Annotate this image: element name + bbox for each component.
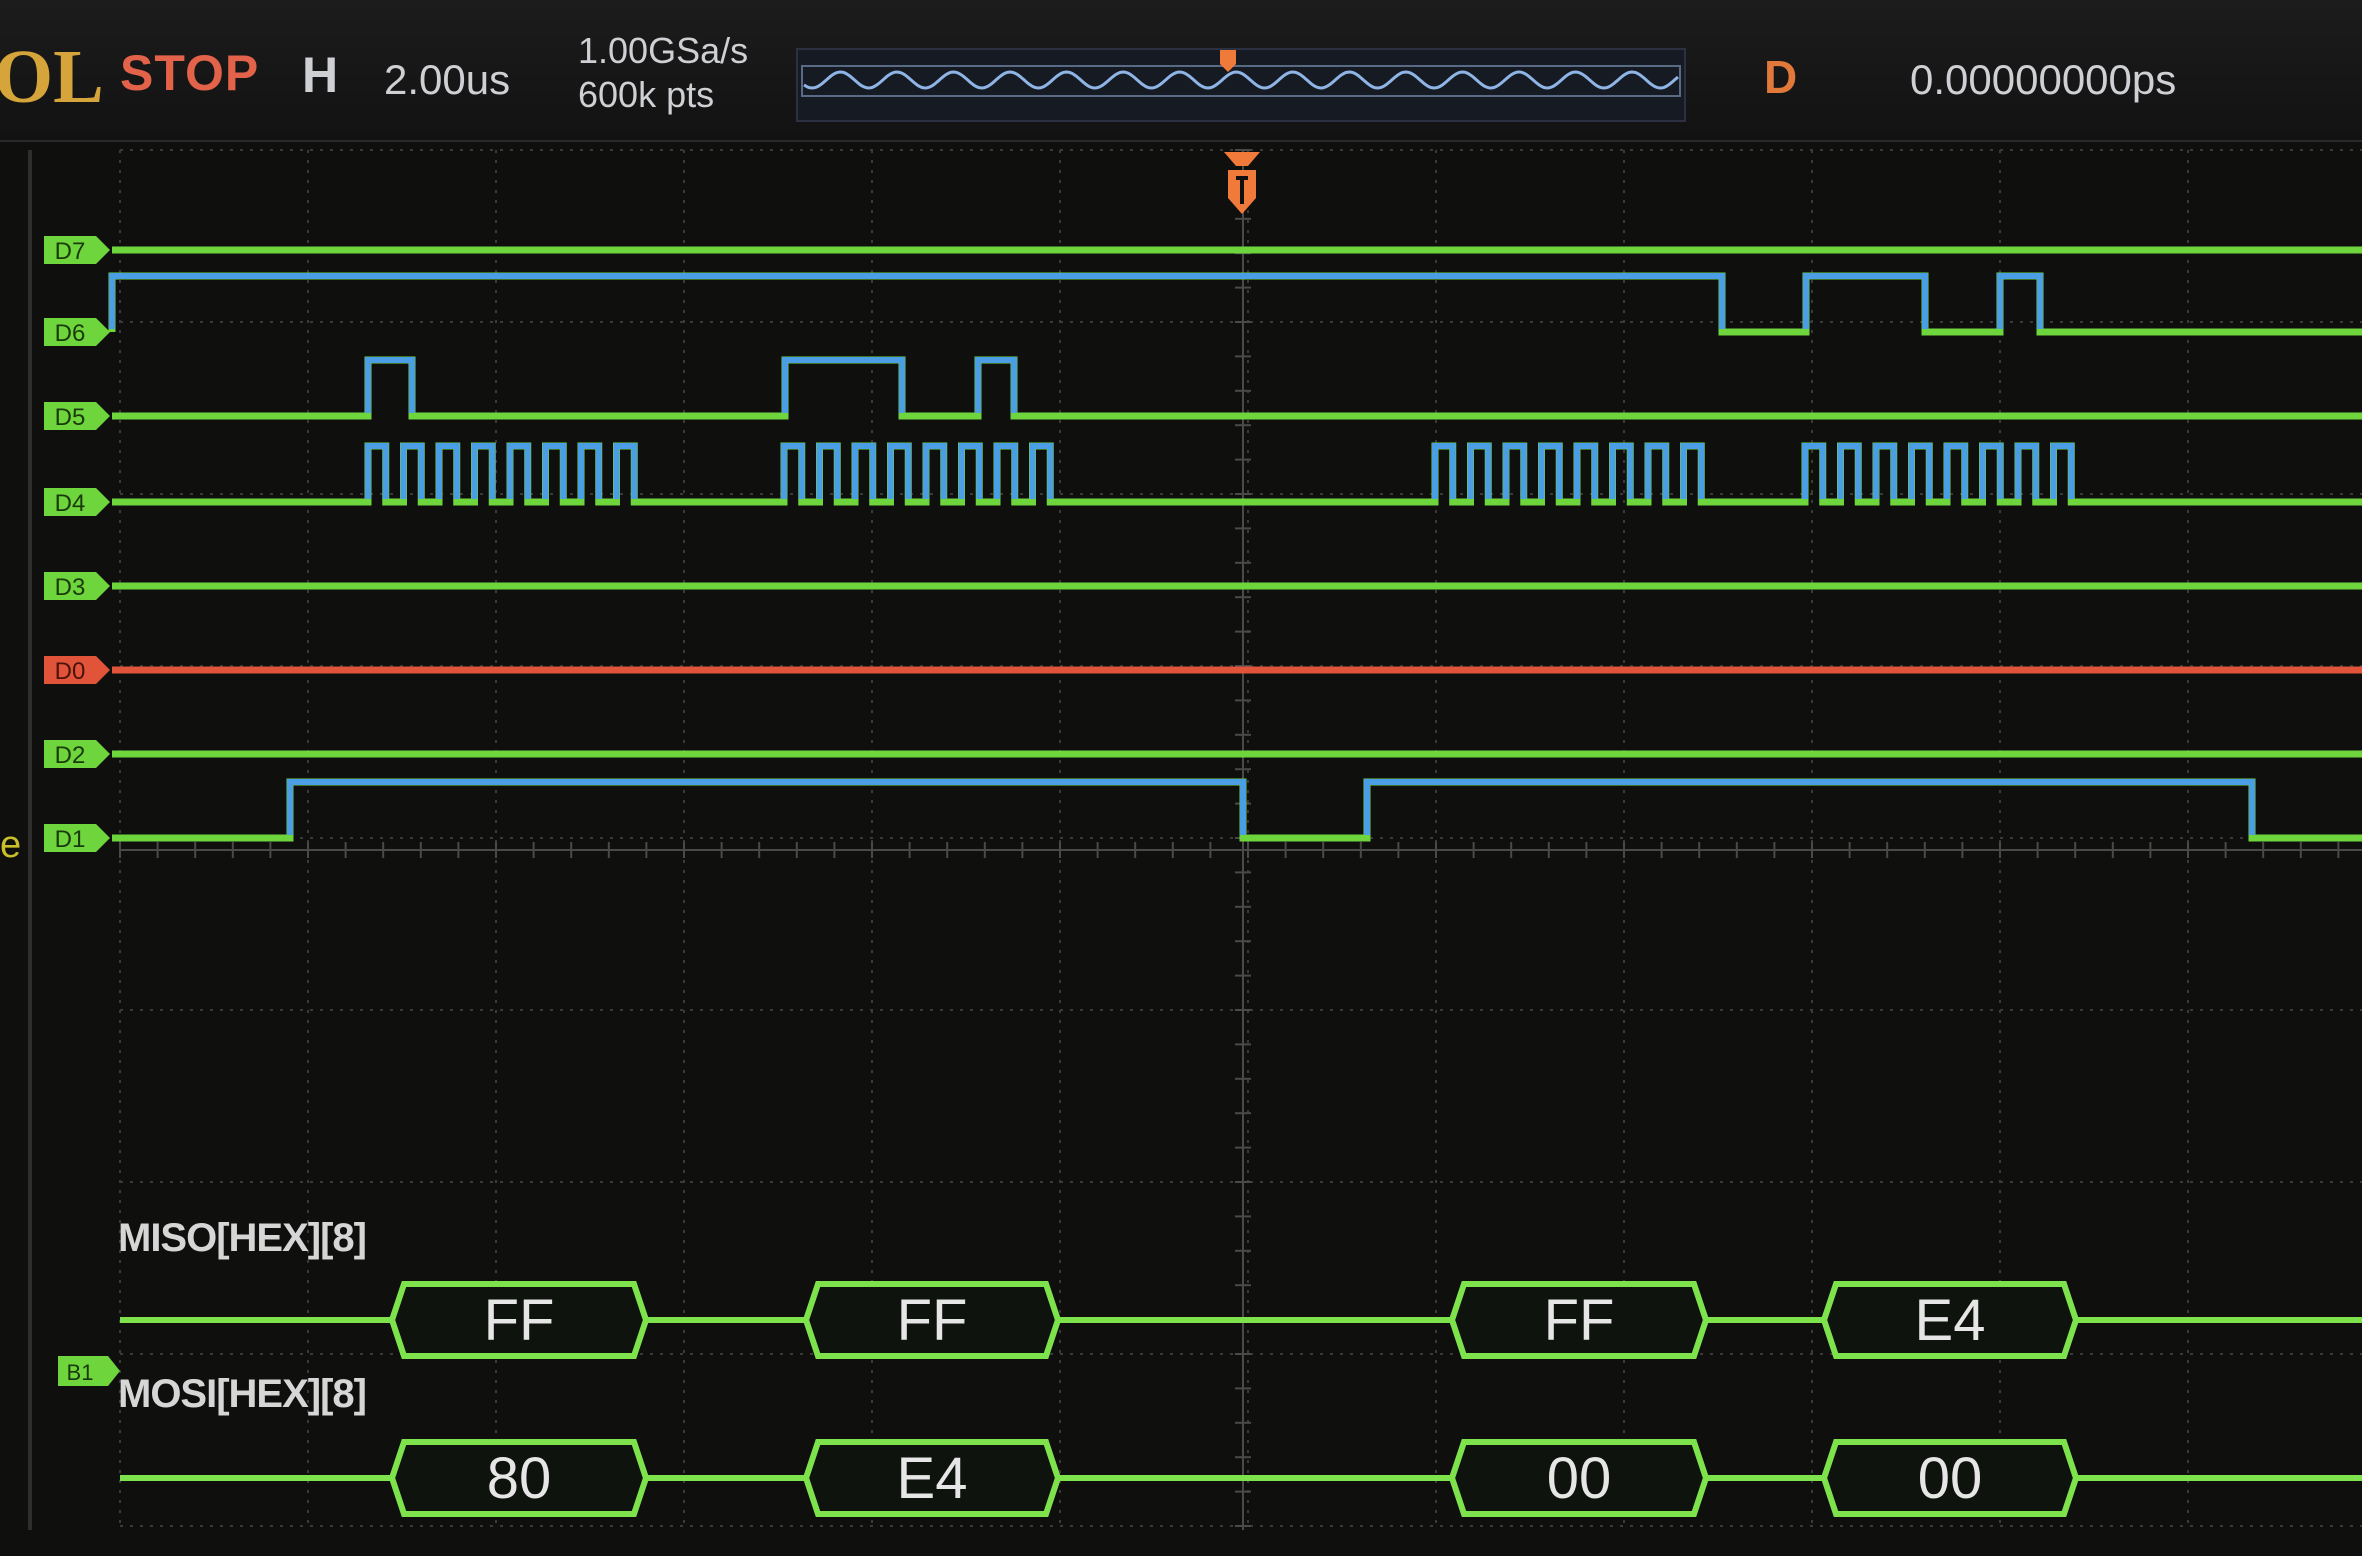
mosi-byte-3[interactable]: 00: [1448, 1439, 1710, 1517]
channel-label-d6[interactable]: D6: [44, 318, 110, 347]
trace-d5-high: [975, 357, 1017, 413]
mosi-byte-value: E4: [897, 1446, 968, 1511]
channel-label-text: D0: [55, 658, 86, 685]
mosi-byte-1[interactable]: 80: [388, 1439, 650, 1517]
trace-d4-high: [1908, 443, 1933, 499]
channel-label-d0[interactable]: D0: [44, 656, 110, 685]
miso-decode-label: MISO[HEX][8]: [118, 1216, 367, 1260]
trace-d4-high: [994, 443, 1018, 499]
trace-d4-high: [1680, 443, 1705, 499]
miso-byte-value: FF: [1544, 1288, 1615, 1353]
mosi-byte-2[interactable]: E4: [802, 1439, 1062, 1517]
channel-label-text: D3: [55, 574, 86, 601]
trace-d4-high: [1645, 443, 1669, 499]
channel-label-d2[interactable]: D2: [44, 740, 110, 769]
mosi-byte-4[interactable]: 00: [1820, 1439, 2080, 1517]
trace-d4-high: [542, 443, 567, 499]
trace-d4-high: [1432, 443, 1456, 499]
channel-label-text: D1: [55, 826, 86, 853]
trace-d4-high: [436, 443, 460, 499]
trace-d4-high: [781, 443, 805, 499]
trace-d4-high: [958, 443, 983, 499]
trace-d4-high: [923, 443, 947, 499]
trace-d6-high: [1803, 273, 1928, 329]
miso-byte-1[interactable]: FF: [388, 1281, 650, 1359]
trace-d4-high: [471, 443, 496, 499]
channel-label-d4[interactable]: D4: [44, 488, 110, 517]
trace-d4-high: [507, 443, 531, 499]
trace-d4-high: [887, 443, 912, 499]
trace-d4-high: [1574, 443, 1598, 499]
mosi-byte-value: 00: [1547, 1446, 1612, 1511]
trace-d4-high: [1873, 443, 1897, 499]
trace-d4-high: [816, 443, 841, 499]
trigger-position-marker[interactable]: [1224, 152, 1260, 214]
miso-byte-3[interactable]: FF: [1448, 1281, 1710, 1359]
trace-d4-high: [2015, 443, 2039, 499]
channel-label-d7[interactable]: D7: [44, 236, 110, 265]
channel-label-text: D2: [55, 742, 86, 769]
trace-d4-high: [400, 443, 425, 499]
trace-d1: [112, 778, 2362, 842]
trace-d4-high: [613, 443, 638, 499]
channel-label-text: D5: [55, 404, 86, 431]
channel-label-d1[interactable]: D1: [44, 824, 110, 853]
trace-d4-high: [578, 443, 602, 499]
trace-d4-high: [365, 443, 389, 499]
trace-d5-high: [782, 357, 905, 413]
trace-d5-high: [365, 357, 415, 413]
trace-d1-high: [1364, 779, 2255, 835]
miso-byte-4[interactable]: E4: [1820, 1281, 2080, 1359]
side-indicator: e: [0, 824, 22, 866]
trace-d4-high: [1979, 443, 2004, 499]
miso-byte-value: E4: [1915, 1288, 1986, 1353]
channel-label-text: D7: [55, 238, 86, 265]
trace-d4-high: [1467, 443, 1492, 499]
trace-d4-high: [1503, 443, 1527, 499]
miso-byte-value: FF: [897, 1288, 968, 1353]
miso-decode-row: FF FF FF E4: [120, 1281, 2362, 1359]
trace-d6: [108, 272, 2362, 336]
trace-d5: [112, 356, 2362, 420]
trace-d1-high: [287, 779, 1246, 835]
channel-label-text: D6: [55, 320, 86, 347]
waveform-display[interactable]: D7 D6 D5 D4 D3 D0 D2 D1 FF FF FF E4 80 E4 00 00 B1: [0, 0, 2362, 1556]
trace-d4-high: [1609, 443, 1634, 499]
bus-b1-marker[interactable]: B1: [58, 1356, 120, 1386]
trace-d4-high: [2050, 443, 2075, 499]
trace-d4-high: [852, 443, 876, 499]
trace-d4-high: [1538, 443, 1563, 499]
channel-label-d3[interactable]: D3: [44, 572, 110, 601]
svg-text:B1: B1: [67, 1360, 94, 1385]
miso-byte-2[interactable]: FF: [802, 1281, 1062, 1359]
miso-byte-value: FF: [484, 1288, 555, 1353]
trace-d4-high: [1837, 443, 1862, 499]
mosi-byte-value: 80: [487, 1446, 552, 1511]
channel-label-text: D4: [55, 490, 86, 517]
mosi-byte-value: 00: [1918, 1446, 1983, 1511]
trace-d4-high: [1802, 443, 1826, 499]
mosi-decode-label: MOSI[HEX][8]: [118, 1372, 367, 1416]
mosi-decode-row: 80 E4 00 00: [120, 1439, 2362, 1517]
channel-label-d5[interactable]: D5: [44, 402, 110, 431]
trace-d4-high: [1944, 443, 1968, 499]
trace-d4-high: [1029, 443, 1054, 499]
